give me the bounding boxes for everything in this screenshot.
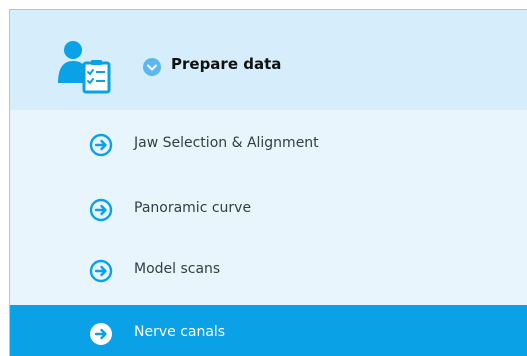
- step-label: Jaw Selection & Alignment: [134, 135, 319, 151]
- step-nerve-canals[interactable]: Nerve canals: [10, 305, 527, 356]
- arrow-circle-right-icon: [89, 259, 113, 283]
- arrow-circle-right-icon: [89, 133, 113, 157]
- chevron-down-icon[interactable]: [143, 58, 161, 76]
- step-jaw-selection-alignment[interactable]: Jaw Selection & Alignment: [10, 116, 527, 173]
- arrow-circle-right-icon: [89, 198, 113, 222]
- user-checklist-icon: [58, 41, 111, 94]
- step-panoramic-curve[interactable]: Panoramic curve: [10, 181, 527, 238]
- step-model-scans[interactable]: Model scans: [10, 242, 527, 299]
- step-label: Nerve canals: [134, 324, 226, 340]
- step-label: Panoramic curve: [134, 200, 252, 216]
- section-title: Prepare data: [171, 55, 282, 73]
- step-label: Model scans: [134, 261, 221, 277]
- section-header-prepare-data[interactable]: Prepare data: [10, 10, 527, 110]
- arrow-circle-right-icon: [90, 323, 112, 345]
- workflow-panel: Prepare data Jaw Selection & Alignment P…: [9, 9, 527, 356]
